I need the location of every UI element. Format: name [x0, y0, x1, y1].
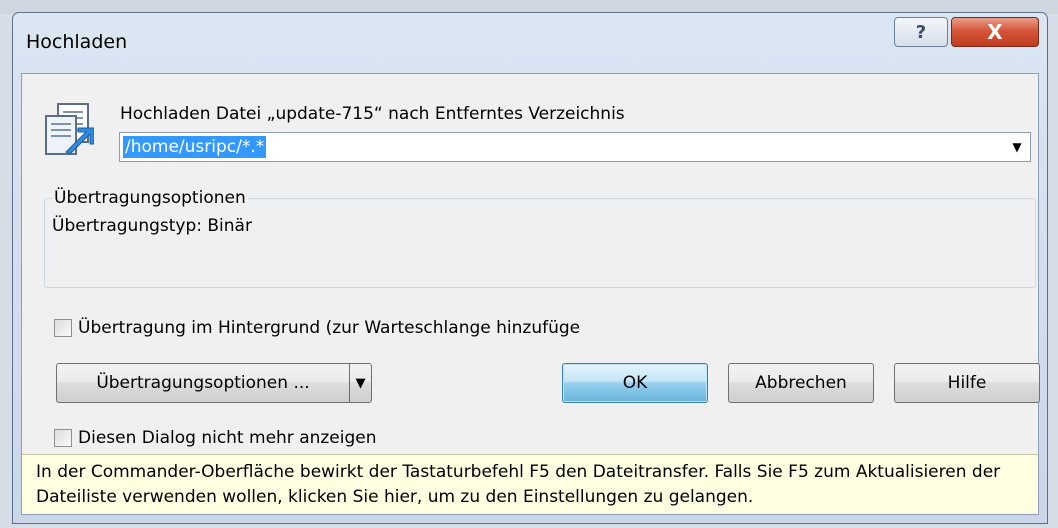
title-help-button[interactable]: ? — [894, 17, 948, 47]
title-close-button[interactable]: X — [951, 17, 1039, 47]
transfer-options-button[interactable]: Übertragungsoptionen ... ▼ — [56, 363, 372, 403]
transfer-type-text: Übertragungstyp: Binär — [52, 216, 252, 236]
dialog-title: Hochladen — [26, 31, 128, 53]
help-button[interactable]: Hilfe — [894, 363, 1040, 403]
close-icon: X — [987, 20, 1003, 44]
dont-show-label[interactable]: Diesen Dialog nicht mehr anzeigen — [78, 428, 377, 448]
target-label: Hochladen Datei „update-715“ nach Entfer… — [120, 104, 625, 124]
remote-path-combobox[interactable]: /home/usripc/*.* ▼ — [119, 132, 1031, 162]
ok-button-label: OK — [622, 373, 648, 393]
ok-button[interactable]: OK — [562, 363, 708, 403]
background-transfer-checkbox-row[interactable]: Übertragung im Hintergrund (zur Wartesch… — [54, 318, 580, 338]
info-text[interactable]: In der Commander-Oberfläche bewirkt der … — [36, 462, 1000, 507]
remote-path-value[interactable]: /home/usripc/*.* — [123, 136, 267, 158]
info-bar[interactable]: In der Commander-Oberfläche bewirkt der … — [22, 454, 1038, 514]
chevron-down-icon[interactable]: ▼ — [1004, 133, 1030, 161]
background-transfer-checkbox[interactable] — [54, 319, 72, 337]
question-icon: ? — [915, 21, 927, 43]
background-transfer-label[interactable]: Übertragung im Hintergrund (zur Wartesch… — [78, 318, 580, 338]
title-bar[interactable]: Hochladen ? X — [13, 13, 1047, 73]
dont-show-checkbox-row[interactable]: Diesen Dialog nicht mehr anzeigen — [54, 428, 377, 448]
dialog-client-area: Hochladen Datei „update-715“ nach Entfer… — [21, 73, 1040, 515]
split-arrow-icon[interactable]: ▼ — [349, 364, 371, 402]
dont-show-checkbox[interactable] — [54, 429, 72, 447]
transfer-options-group — [44, 198, 1036, 288]
transfer-options-title: Übertragungsoptionen — [52, 188, 248, 208]
help-button-label: Hilfe — [947, 373, 987, 393]
transfer-options-button-label: Übertragungsoptionen ... — [96, 373, 310, 393]
upload-dialog: Hochladen ? X Hochladen Datei „update-71… — [12, 12, 1048, 524]
upload-icon — [45, 103, 94, 155]
cancel-button-label: Abbrechen — [755, 373, 847, 393]
cancel-button[interactable]: Abbrechen — [728, 363, 874, 403]
